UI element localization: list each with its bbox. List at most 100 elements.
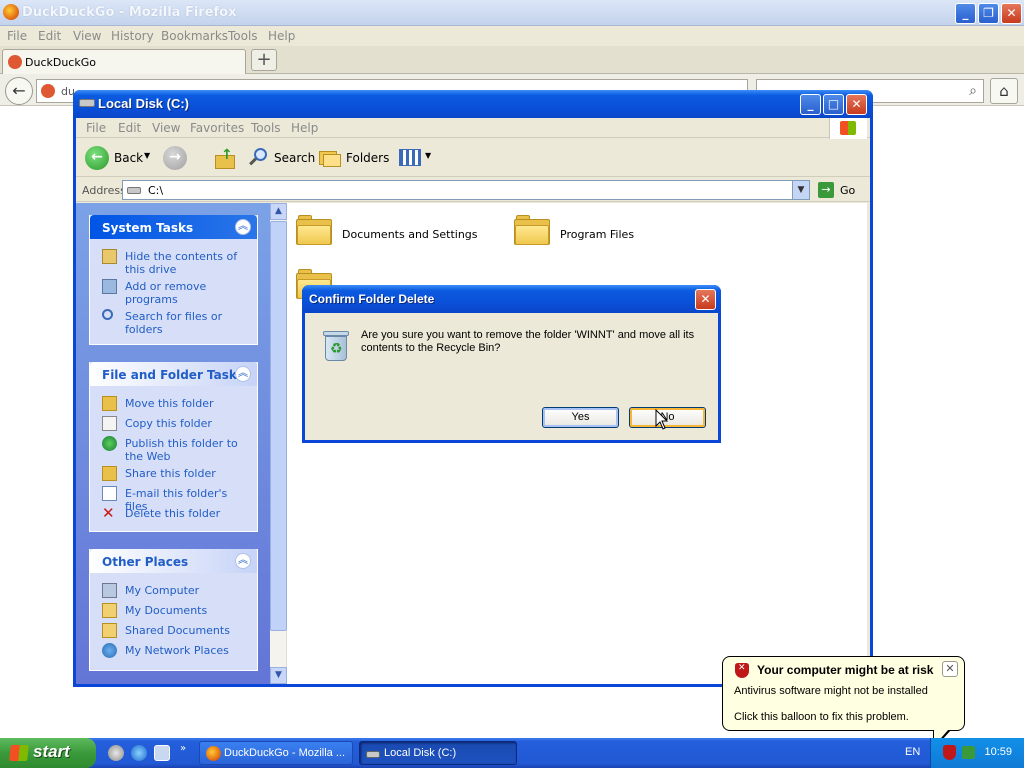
menu-tools[interactable]: Tools (228, 29, 258, 43)
taskbar-item-label: Local Disk (C:) (384, 747, 457, 759)
explorer-maximize-button[interactable]: □ (823, 94, 844, 115)
security-alert-icon[interactable] (943, 745, 956, 760)
dialog-title: Confirm Folder Delete (309, 292, 435, 306)
quicklaunch-ie-icon[interactable] (131, 745, 147, 761)
delete-x-icon: ✕ (102, 504, 115, 522)
task-pane: System Tasks ︽ Hide the contents of this… (76, 203, 270, 684)
close-button[interactable]: ✕ (1001, 3, 1022, 24)
magnifier-icon[interactable]: ⌕ (969, 83, 977, 99)
dialog-titlebar: Confirm Folder Delete ✕ (302, 285, 721, 313)
computer-icon (102, 583, 117, 598)
back-icon[interactable]: ← (85, 146, 109, 170)
drive-icon (127, 187, 141, 194)
task-label: Search for files or folders (125, 310, 223, 336)
toolbar-back-label[interactable]: Back (114, 151, 143, 165)
menu-history[interactable]: History (111, 29, 154, 43)
folder-icon[interactable] (514, 215, 550, 245)
exp-menu-file[interactable]: File (86, 121, 106, 135)
task-label: Delete this folder (125, 507, 221, 520)
firefox-menubar: File Edit View History Bookmarks Tools H… (0, 26, 1024, 46)
recycle-bin-icon: ♻ (321, 329, 351, 363)
collapse-chevron-icon[interactable]: ︽ (235, 553, 251, 569)
copy-folder-icon (102, 416, 117, 431)
taskbar-item-firefox[interactable]: DuckDuckGo - Mozilla ... (199, 741, 353, 765)
network-tray-icon[interactable] (962, 746, 975, 759)
menu-help[interactable]: Help (268, 29, 295, 43)
balloon-line-2: Click this balloon to fix this problem. (734, 711, 909, 723)
menu-bookmarks[interactable]: Bookmarks (161, 29, 228, 43)
taskbar-item-explorer[interactable]: Local Disk (C:) (359, 741, 517, 765)
scroll-thumb[interactable] (270, 221, 287, 631)
balloon-line-1: Antivirus software might not be installe… (734, 685, 928, 697)
task-label: Move this folder (125, 397, 214, 410)
security-balloon[interactable]: Your computer might be at risk ✕ Antivir… (722, 656, 965, 750)
forward-icon[interactable]: → (163, 146, 187, 170)
exp-menu-edit[interactable]: Edit (118, 121, 141, 135)
exp-menu-tools[interactable]: Tools (251, 121, 281, 135)
go-button[interactable]: → Go (816, 181, 866, 199)
drive-icon (366, 751, 380, 758)
minimize-button[interactable]: _ (955, 3, 976, 24)
balloon-close-icon[interactable]: ✕ (942, 661, 958, 677)
collapse-chevron-icon[interactable]: ︽ (235, 219, 251, 235)
vertical-scrollbar[interactable]: ▲ ▼ (270, 203, 287, 684)
language-indicator[interactable]: EN (905, 746, 920, 758)
duckduckgo-icon (41, 84, 55, 98)
email-icon (102, 486, 117, 501)
tab-duckduckgo[interactable]: DuckDuckGo (2, 49, 246, 74)
address-value: C:\ (148, 184, 164, 197)
menu-view[interactable]: View (73, 29, 101, 43)
task-label: Hide the contents of this drive (125, 250, 238, 276)
start-button[interactable]: start (0, 738, 96, 768)
folders-icon[interactable] (319, 149, 341, 167)
up-folder-icon[interactable]: ↑ (215, 147, 235, 169)
system-tasks-header[interactable]: System Tasks ︽ (90, 215, 257, 239)
search-icon[interactable] (248, 146, 270, 168)
my-documents-icon (102, 603, 117, 618)
home-icon[interactable]: ⌂ (990, 78, 1018, 104)
back-arrow-icon[interactable]: ← (5, 77, 33, 105)
explorer-titlebar: Local Disk (C:) _ □ ✕ (73, 90, 873, 118)
scroll-up-icon[interactable]: ▲ (270, 203, 287, 220)
restore-button[interactable]: ❐ (978, 3, 999, 24)
address-input[interactable]: C:\ ▼ (122, 180, 810, 200)
drive-icon (79, 99, 95, 107)
yes-button[interactable]: Yes (542, 407, 619, 428)
mouse-cursor-icon (655, 409, 669, 430)
file-folder-tasks-panel: File and Folder Tasks ︽ Move this folder… (89, 362, 258, 532)
new-tab-button[interactable]: + (251, 49, 277, 71)
views-icon[interactable] (399, 149, 421, 166)
taskbar-item-label: DuckDuckGo - Mozilla ... (224, 747, 346, 759)
folder-program-files[interactable]: Program Files (560, 228, 634, 241)
balloon-title: Your computer might be at risk (757, 663, 934, 677)
place-label: My Network Places (125, 644, 229, 657)
quicklaunch-expand-icon[interactable]: » (180, 743, 186, 754)
explorer-minimize-button[interactable]: _ (800, 94, 821, 115)
explorer-close-button[interactable]: ✕ (846, 94, 867, 115)
search-icon (102, 309, 113, 320)
explorer-menubar: File Edit View Favorites Tools Help (76, 118, 870, 139)
file-list: ▲ ▼ Documents and Settings Program Files (270, 203, 867, 684)
other-places-header[interactable]: Other Places ︽ (90, 549, 257, 573)
file-folder-tasks-header[interactable]: File and Folder Tasks ︽ (90, 362, 257, 386)
exp-menu-help[interactable]: Help (291, 121, 318, 135)
folder-icon[interactable] (296, 215, 332, 245)
file-folder-tasks-title: File and Folder Tasks (102, 368, 245, 382)
exp-menu-view[interactable]: View (152, 121, 180, 135)
quicklaunch-media-icon[interactable] (108, 745, 124, 761)
collapse-chevron-icon[interactable]: ︽ (235, 366, 251, 382)
go-label: Go (840, 184, 856, 197)
toolbar-folders-label[interactable]: Folders (346, 151, 389, 165)
toolbar-search-label[interactable]: Search (274, 151, 315, 165)
menu-edit[interactable]: Edit (38, 29, 61, 43)
folder-documents-and-settings[interactable]: Documents and Settings (342, 228, 478, 241)
views-dropdown-icon[interactable]: ▼ (425, 151, 431, 160)
address-dropdown-icon[interactable]: ▼ (792, 181, 809, 199)
quicklaunch-desktop-icon[interactable] (154, 745, 170, 761)
dialog-close-button[interactable]: ✕ (695, 289, 716, 310)
menu-file[interactable]: File (7, 29, 27, 43)
scroll-down-icon[interactable]: ▼ (270, 667, 287, 684)
back-dropdown-icon[interactable]: ▼ (144, 151, 150, 160)
address-label: Address (82, 184, 126, 197)
exp-menu-favorites[interactable]: Favorites (190, 121, 244, 135)
